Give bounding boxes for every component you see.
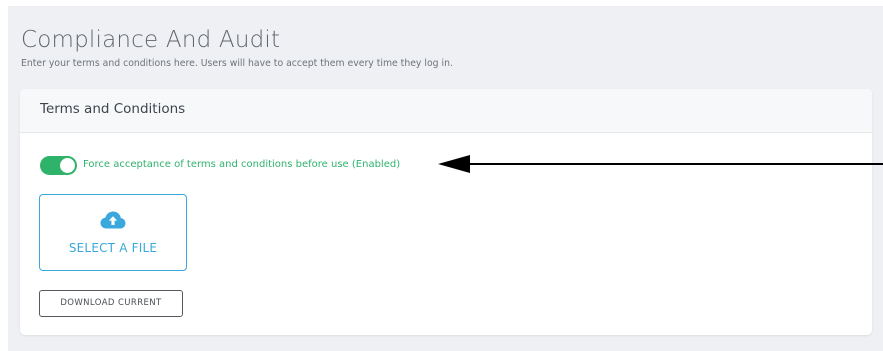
terms-card: Terms and Conditions Force acceptance of…	[20, 89, 872, 335]
force-acceptance-label: Force acceptance of terms and conditions…	[83, 159, 401, 170]
select-file-label: SELECT A FILE	[68, 241, 158, 255]
page-subtitle: Enter your terms and conditions here. Us…	[21, 58, 453, 69]
download-current-button[interactable]: DOWNLOAD CURRENT	[39, 290, 183, 317]
card-header: Terms and Conditions	[20, 89, 872, 133]
select-file-button[interactable]: SELECT A FILE	[39, 194, 187, 271]
cloud-upload-icon	[100, 211, 126, 229]
card-title: Terms and Conditions	[40, 101, 186, 117]
download-current-label: DOWNLOAD CURRENT	[60, 298, 162, 308]
arrow-left-icon	[438, 155, 883, 173]
force-acceptance-toggle[interactable]	[40, 156, 77, 175]
page-title: Compliance And Audit	[21, 27, 281, 53]
toggle-knob	[60, 158, 75, 173]
